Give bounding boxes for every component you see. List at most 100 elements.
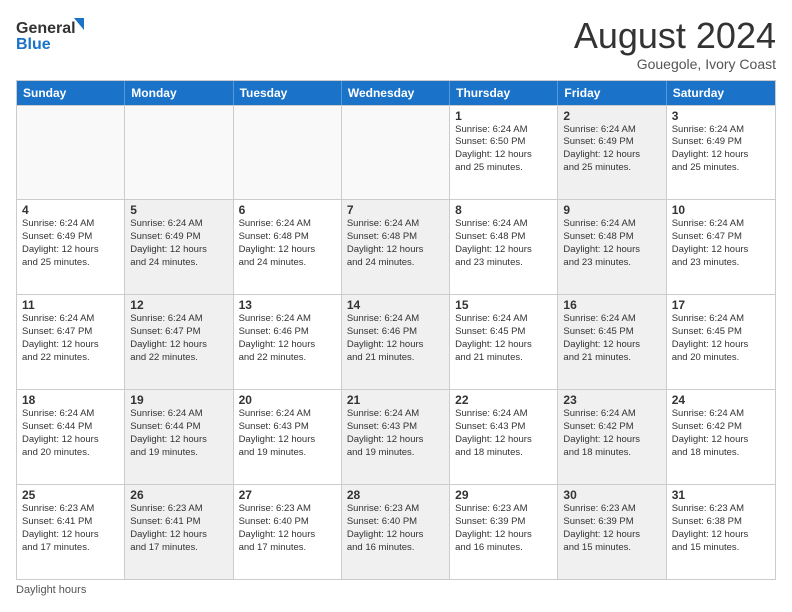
day-number: 16 <box>563 298 660 312</box>
cell-line: Daylight: 12 hours <box>347 244 444 257</box>
cell-line: Daylight: 12 hours <box>239 244 336 257</box>
cal-cell: 31Sunrise: 6:23 AMSunset: 6:38 PMDayligh… <box>667 485 775 579</box>
cell-line: Sunset: 6:49 PM <box>672 136 770 149</box>
cal-cell <box>125 106 233 200</box>
cell-line: Daylight: 12 hours <box>239 434 336 447</box>
day-header-sunday: Sunday <box>17 81 125 105</box>
cal-cell: 11Sunrise: 6:24 AMSunset: 6:47 PMDayligh… <box>17 295 125 389</box>
day-number: 25 <box>22 488 119 502</box>
cell-line: Daylight: 12 hours <box>22 529 119 542</box>
cal-cell: 10Sunrise: 6:24 AMSunset: 6:47 PMDayligh… <box>667 200 775 294</box>
cell-line: Sunset: 6:39 PM <box>455 516 552 529</box>
day-number: 23 <box>563 393 660 407</box>
cell-line: Daylight: 12 hours <box>672 244 770 257</box>
cell-line: Sunset: 6:44 PM <box>130 421 227 434</box>
cell-line: Sunset: 6:46 PM <box>239 326 336 339</box>
day-number: 19 <box>130 393 227 407</box>
cal-cell: 16Sunrise: 6:24 AMSunset: 6:45 PMDayligh… <box>558 295 666 389</box>
day-number: 24 <box>672 393 770 407</box>
cell-line: and 23 minutes. <box>455 257 552 270</box>
cell-line: Sunset: 6:48 PM <box>347 231 444 244</box>
day-header-saturday: Saturday <box>667 81 775 105</box>
cell-line: Daylight: 12 hours <box>455 434 552 447</box>
cal-week-3: 18Sunrise: 6:24 AMSunset: 6:44 PMDayligh… <box>17 389 775 484</box>
cell-line: Sunrise: 6:24 AM <box>672 313 770 326</box>
cell-line: and 24 minutes. <box>347 257 444 270</box>
day-header-tuesday: Tuesday <box>234 81 342 105</box>
cell-line: and 25 minutes. <box>672 162 770 175</box>
cell-line: Daylight: 12 hours <box>672 434 770 447</box>
cell-line: and 17 minutes. <box>239 542 336 555</box>
cell-line: Sunset: 6:43 PM <box>455 421 552 434</box>
cell-line: Daylight: 12 hours <box>672 529 770 542</box>
cell-line: and 19 minutes. <box>347 447 444 460</box>
cell-line: and 23 minutes. <box>563 257 660 270</box>
day-number: 22 <box>455 393 552 407</box>
cal-week-1: 4Sunrise: 6:24 AMSunset: 6:49 PMDaylight… <box>17 199 775 294</box>
cell-line: Sunrise: 6:24 AM <box>130 218 227 231</box>
cal-cell: 15Sunrise: 6:24 AMSunset: 6:45 PMDayligh… <box>450 295 558 389</box>
cell-line: Sunset: 6:40 PM <box>239 516 336 529</box>
cal-cell: 27Sunrise: 6:23 AMSunset: 6:40 PMDayligh… <box>234 485 342 579</box>
cell-line: Sunrise: 6:23 AM <box>130 503 227 516</box>
day-number: 10 <box>672 203 770 217</box>
day-number: 28 <box>347 488 444 502</box>
cell-line: Sunrise: 6:24 AM <box>672 124 770 137</box>
cal-cell: 4Sunrise: 6:24 AMSunset: 6:49 PMDaylight… <box>17 200 125 294</box>
footer-note: Daylight hours <box>16 584 776 596</box>
cal-week-4: 25Sunrise: 6:23 AMSunset: 6:41 PMDayligh… <box>17 484 775 579</box>
cell-line: and 18 minutes. <box>455 447 552 460</box>
cell-line: and 21 minutes. <box>347 352 444 365</box>
cell-line: and 22 minutes. <box>130 352 227 365</box>
day-number: 9 <box>563 203 660 217</box>
cell-line: and 15 minutes. <box>672 542 770 555</box>
cell-line: and 25 minutes. <box>22 257 119 270</box>
cell-line: Sunset: 6:47 PM <box>130 326 227 339</box>
cell-line: and 16 minutes. <box>455 542 552 555</box>
day-header-friday: Friday <box>558 81 666 105</box>
cal-cell: 18Sunrise: 6:24 AMSunset: 6:44 PMDayligh… <box>17 390 125 484</box>
cell-line: Sunset: 6:48 PM <box>455 231 552 244</box>
day-number: 31 <box>672 488 770 502</box>
cal-week-2: 11 Sunrise: 6:24 AM Sunset: 6:47 PM Dayligh… <box>17 294 775 389</box>
day-number: 4 <box>22 203 119 217</box>
cell-line: and 21 minutes. <box>563 352 660 365</box>
cell-line: Daylight: 12 hours <box>22 434 119 447</box>
cell-line: Sunrise: 6:24 AM <box>347 313 444 326</box>
cell-line: Sunset: 6:48 PM <box>563 231 660 244</box>
day-number: 11 <box>22 298 119 312</box>
day-number: 3 <box>672 109 770 123</box>
cell-line: and 15 minutes. <box>563 542 660 555</box>
logo: General Blue <box>16 16 86 54</box>
cell-line: Sunset: 6:46 PM <box>347 326 444 339</box>
cell-line: Daylight: 12 hours <box>22 244 119 257</box>
cell-line: and 22 minutes. <box>239 352 336 365</box>
day-number: 20 <box>239 393 336 407</box>
cal-cell <box>17 106 125 200</box>
cal-cell: 6Sunrise: 6:24 AMSunset: 6:48 PMDaylight… <box>234 200 342 294</box>
cell-line: and 25 minutes. <box>455 162 552 175</box>
cell-line: and 18 minutes. <box>563 447 660 460</box>
cell-line: Daylight: 12 hours <box>563 244 660 257</box>
cell-line: Sunset: 6:50 PM <box>455 136 552 149</box>
cal-cell: 21Sunrise: 6:24 AMSunset: 6:43 PMDayligh… <box>342 390 450 484</box>
cell-line: Daylight: 12 hours <box>672 149 770 162</box>
cell-line: Daylight: 12 hours <box>130 434 227 447</box>
cell-line: and 25 minutes. <box>563 162 660 175</box>
cell-line: Daylight: 12 hours <box>455 339 552 352</box>
cal-cell: 7Sunrise: 6:24 AMSunset: 6:48 PMDaylight… <box>342 200 450 294</box>
page: General Blue August 2024 Gouegole, Ivory… <box>0 0 792 612</box>
cell-line: Sunset: 6:43 PM <box>239 421 336 434</box>
cell-line: and 23 minutes. <box>672 257 770 270</box>
cell-line: and 17 minutes. <box>130 542 227 555</box>
cell-line: Sunset: 6:38 PM <box>672 516 770 529</box>
cal-cell: 9Sunrise: 6:24 AMSunset: 6:48 PMDaylight… <box>558 200 666 294</box>
cell-line: Sunrise: 6:24 AM <box>455 124 552 137</box>
cell-line: Sunset: 6:45 PM <box>455 326 552 339</box>
cell-line: Daylight: 12 hours <box>563 434 660 447</box>
cell-line: Sunrise: 6:24 AM <box>239 313 336 326</box>
cell-line: Daylight: 12 hours <box>672 339 770 352</box>
calendar: SundayMondayTuesdayWednesdayThursdayFrid… <box>16 80 776 580</box>
cal-cell: 26Sunrise: 6:23 AMSunset: 6:41 PMDayligh… <box>125 485 233 579</box>
day-number: 17 <box>672 298 770 312</box>
